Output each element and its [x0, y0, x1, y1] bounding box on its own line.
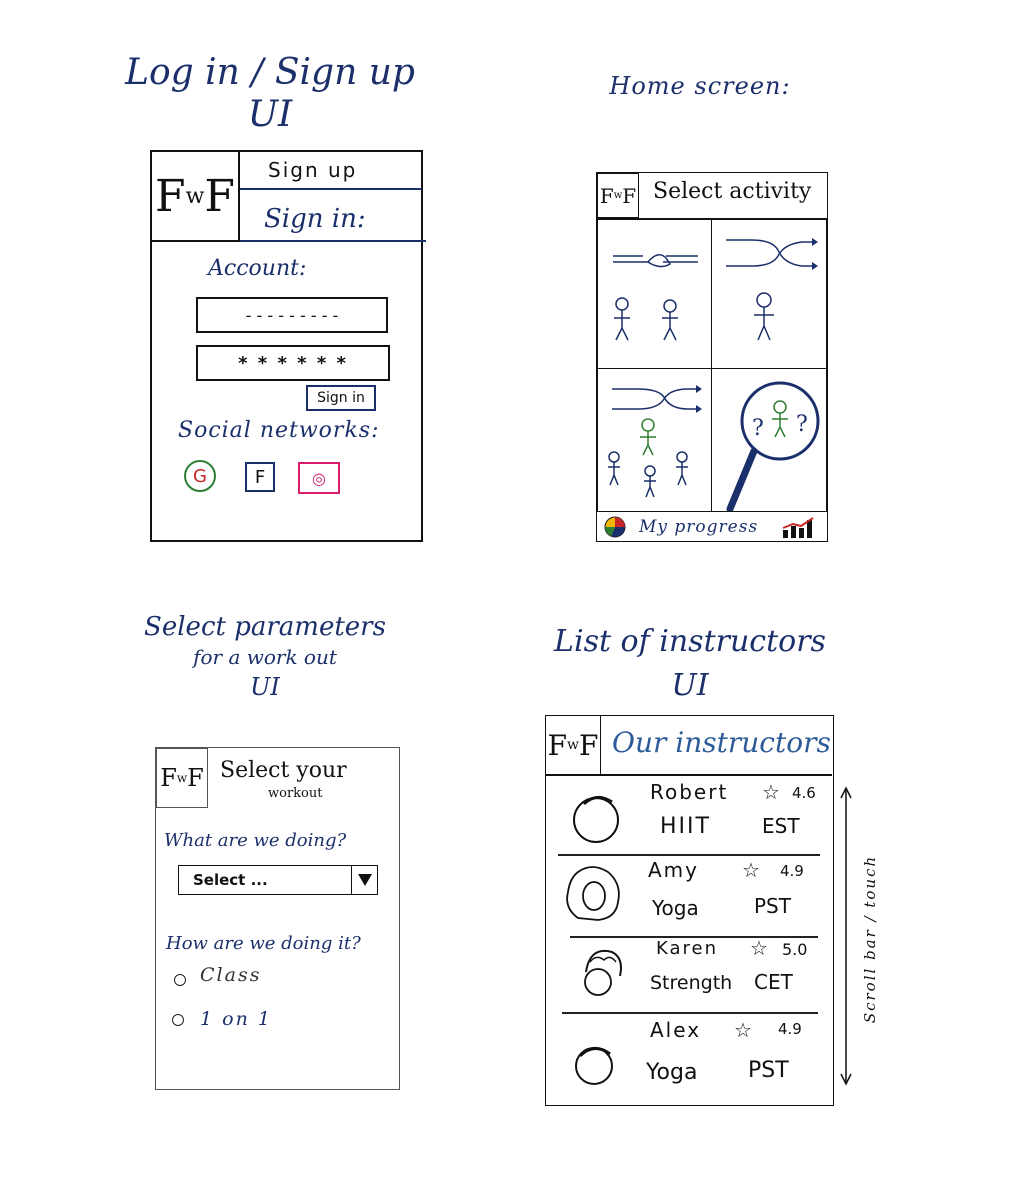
app-logo: FwF — [545, 715, 601, 775]
instructor-rating: 4.6 — [792, 784, 816, 802]
instructor-row-amy[interactable]: Amy ☆ 4.9 Yoga PST — [546, 856, 832, 934]
instructor-rating: 4.9 — [780, 862, 804, 880]
instructor-type: Strength — [650, 972, 733, 994]
group-class-icon — [608, 385, 702, 498]
params-title-line1: Select parameters — [144, 612, 386, 642]
instructor-timezone: PST — [754, 894, 791, 918]
instructors-title-line2: UI — [671, 668, 709, 703]
instagram-login-icon[interactable]: ◎ — [298, 462, 340, 494]
account-placeholder: - - - - - - - - - — [245, 305, 339, 325]
rating-star-icon: ☆ — [750, 936, 768, 960]
select-placeholder: Select ... — [193, 871, 268, 889]
instructors-screen-mockup: FwF Our instructors Robert ☆ 4.6 HIIT ES… — [545, 715, 834, 1106]
instructor-timezone: PST — [748, 1058, 789, 1083]
svg-text:?: ? — [796, 412, 808, 437]
option-class-label: Class — [200, 964, 262, 986]
instructor-timezone: CET — [754, 970, 793, 994]
password-mask: * * * * * * — [238, 352, 348, 374]
instructor-row-robert[interactable]: Robert ☆ 4.6 HIIT EST — [546, 776, 832, 854]
instructor-type: Yoga — [652, 896, 699, 920]
app-logo: FwF — [150, 150, 240, 242]
instructors-title-line1: List of instructors — [554, 624, 826, 659]
instructor-row-karen[interactable]: Karen ☆ 5.0 Strength CET — [546, 936, 832, 1006]
instructors-header: Our instructors — [612, 726, 831, 759]
instructor-rating: 5.0 — [782, 940, 808, 959]
app-logo: FwF — [156, 748, 208, 808]
activity-tile-partner[interactable] — [597, 219, 712, 369]
login-section-title: Log in / Sign up UI — [120, 52, 420, 136]
activity-tile-group[interactable] — [597, 368, 712, 512]
instructor-name: Karen — [656, 938, 719, 959]
home-header-title: Select activity — [653, 179, 812, 204]
instructor-name: Robert — [650, 780, 729, 804]
activity-tile-find-instructor[interactable]: ? ? — [711, 368, 827, 513]
avatar — [575, 1047, 613, 1085]
app-logo: FwF — [597, 173, 639, 218]
instructor-timezone: EST — [762, 814, 800, 838]
question-what: What are we doing? — [164, 830, 347, 851]
rating-star-icon: ☆ — [762, 780, 780, 804]
select-dropdown-button[interactable] — [351, 866, 377, 894]
instructor-type: Yoga — [646, 1060, 698, 1085]
radio-1on1[interactable] — [172, 1014, 184, 1026]
tab-sign-in[interactable]: Sign in: — [264, 204, 366, 234]
instructor-rating: 4.9 — [778, 1020, 802, 1038]
password-input[interactable]: * * * * * * — [196, 345, 390, 381]
avatar — [584, 950, 622, 996]
workout-select[interactable]: Select ... — [178, 865, 378, 895]
progress-footer[interactable]: My progress — [597, 511, 827, 542]
params-title-line2: for a work out — [193, 645, 337, 669]
solo-arrows-icon — [726, 238, 818, 341]
tab-sign-up[interactable]: Sign up — [268, 158, 357, 182]
login-screen-mockup: FwF Sign up Sign in: Account: - - - - - … — [150, 150, 426, 542]
home-section-title: Home screen: — [609, 72, 791, 100]
instructor-row-alex[interactable]: Alex ☆ 4.9 Yoga PST — [546, 1014, 832, 1102]
params-section-title: Select parameters for a work out UI — [130, 612, 400, 702]
rating-star-icon: ☆ — [734, 1018, 752, 1042]
rating-star-icon: ☆ — [742, 858, 760, 882]
instructor-name: Amy — [648, 858, 699, 882]
account-label: Account: — [208, 256, 307, 281]
params-screen-mockup: FwF Select your workout What are we doin… — [155, 747, 400, 1090]
instructor-type: HIIT — [660, 814, 711, 839]
social-networks-label: Social networks: — [178, 418, 380, 443]
account-input[interactable]: - - - - - - - - - — [196, 297, 388, 333]
chevron-down-icon — [357, 874, 372, 886]
scroll-arrow-icon — [840, 786, 852, 1086]
question-how: How are we doing it? — [166, 933, 361, 954]
tab-underline — [240, 240, 426, 242]
sign-in-button-label: Sign in — [317, 390, 365, 406]
home-screen-mockup: FwF Select activity ? ? My progress — [596, 172, 828, 542]
sign-in-button[interactable]: Sign in — [306, 385, 376, 411]
params-header-line2: workout — [268, 786, 323, 801]
tab-divider — [240, 188, 422, 190]
instructor-name: Alex — [650, 1018, 702, 1042]
radio-class[interactable] — [174, 974, 186, 986]
scroll-bar[interactable] — [840, 786, 852, 1086]
my-progress-label: My progress — [639, 517, 759, 537]
avatar — [573, 796, 619, 843]
google-login-icon[interactable]: G — [184, 460, 216, 492]
magnifier-search-icon: ? ? — [726, 381, 820, 513]
login-title-line1: Log in / Sign up — [125, 52, 415, 93]
option-1on1-label: 1 on 1 — [200, 1008, 272, 1030]
activity-tile-solo[interactable] — [711, 219, 827, 369]
params-title-line3: UI — [250, 673, 280, 701]
login-title-line2: UI — [247, 94, 293, 135]
facebook-login-icon[interactable]: F — [245, 462, 275, 492]
svg-text:?: ? — [752, 416, 764, 441]
scroll-bar-label: Scroll bar / touch — [861, 854, 879, 1024]
avatar — [566, 866, 620, 921]
pie-chart-icon — [604, 516, 626, 538]
instructors-section-title: List of instructors UI — [540, 620, 840, 708]
handshake-icon — [613, 254, 698, 341]
bar-chart-icon — [782, 517, 814, 538]
params-header-line1: Select your — [220, 758, 347, 783]
